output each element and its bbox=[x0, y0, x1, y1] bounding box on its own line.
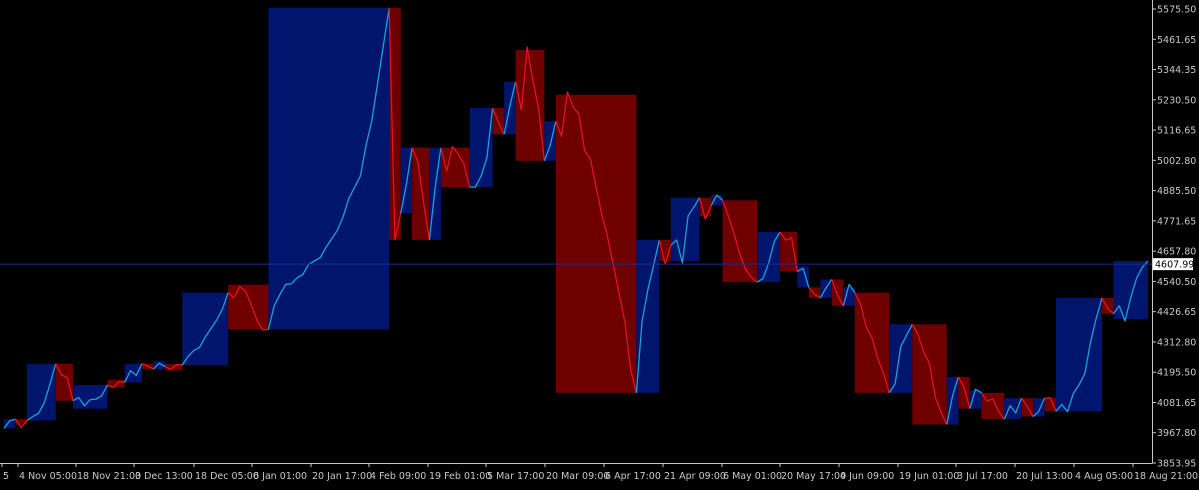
renko-box-up bbox=[889, 324, 913, 393]
y-tick-label: 5575.50 bbox=[1157, 5, 1196, 16]
x-tick-label: 4 Nov 05:00 bbox=[19, 471, 77, 482]
x-tick-label: 3 Jul 17:00 bbox=[957, 471, 1008, 482]
y-tick-label: 5344.35 bbox=[1157, 65, 1196, 76]
renko-box-up bbox=[72, 384, 108, 409]
y-tick-label: 4195.50 bbox=[1157, 368, 1196, 379]
renko-box-up bbox=[1113, 260, 1148, 319]
x-tick-label: 20 May 17:00 bbox=[781, 471, 846, 482]
y-tick-label: 5461.65 bbox=[1157, 35, 1196, 46]
x-tick-label: 21 Apr 09:00 bbox=[664, 471, 726, 482]
renko-box-down bbox=[699, 197, 712, 217]
y-tick-label: 5002.80 bbox=[1157, 156, 1196, 167]
renko-box-down bbox=[228, 284, 269, 330]
x-tick-label: 20 Mar 09:00 bbox=[546, 471, 609, 482]
y-tick-label: 4312.80 bbox=[1157, 337, 1196, 348]
y-tick-label: 5230.50 bbox=[1157, 95, 1196, 106]
renko-box-down bbox=[1044, 398, 1057, 412]
x-tick-label: 19 Feb 01:00 bbox=[429, 471, 491, 482]
x-tick-label: 5 bbox=[3, 471, 9, 482]
x-tick-label: 4 Jun 09:00 bbox=[840, 471, 894, 482]
renko-box-up bbox=[969, 390, 982, 409]
x-tick-label: 6 Jan 01:00 bbox=[253, 471, 307, 482]
x-tick-label: 19 Jun 01:00 bbox=[899, 471, 959, 482]
x-tick-label: 3 Dec 13:00 bbox=[135, 471, 193, 482]
x-tick-label: 5 Mar 17:00 bbox=[487, 471, 544, 482]
renko-box-up bbox=[636, 239, 660, 393]
x-tick-label: 4 Aug 05:00 bbox=[1075, 471, 1133, 482]
renko-box-up bbox=[26, 363, 56, 421]
renko-box-down bbox=[780, 231, 798, 272]
x-tick-label: 6 May 01:00 bbox=[723, 471, 782, 482]
renko-box-up bbox=[182, 292, 229, 366]
chart-svg: 5575.50 5461.65 5344.35 5230.50 5116.65 5002.… bbox=[0, 0, 1198, 482]
renko-box-up bbox=[670, 197, 700, 261]
chart: 5575.50 5461.65 5344.35 5230.50 5116.65 5002.… bbox=[0, 0, 1199, 486]
y-tick-label: 4771.65 bbox=[1157, 216, 1196, 227]
current-price-label: 4607.99 bbox=[1153, 258, 1194, 271]
y-tick-label: 4657.80 bbox=[1157, 247, 1196, 258]
y-tick-label: 4885.50 bbox=[1157, 186, 1196, 197]
x-tick-label: 20 Jan 17:00 bbox=[312, 471, 372, 482]
renko-box-up bbox=[711, 195, 723, 206]
x-axis: 5 4 Nov 05:00 18 Nov 21:003 Dec 13:00 18 De… bbox=[1, 463, 1198, 482]
current-price-value: 4607.99 bbox=[1155, 260, 1194, 271]
x-tick-label: 20 Jul 13:00 bbox=[1016, 471, 1073, 482]
renko-box-down bbox=[912, 324, 947, 425]
renko-box-down bbox=[854, 292, 890, 393]
y-tick-label: 3967.80 bbox=[1157, 428, 1196, 439]
x-tick-label: 18 Nov 21:00 bbox=[77, 471, 141, 482]
renko-box-up bbox=[757, 231, 781, 283]
y-tick-label: 4426.65 bbox=[1157, 307, 1196, 318]
renko-box-up bbox=[1056, 297, 1103, 412]
y-tick-label: 4540.50 bbox=[1157, 277, 1196, 288]
y-axis: 5575.50 5461.65 5344.35 5230.50 5116.65 5002.… bbox=[1152, 5, 1196, 470]
x-tick-label: 4 Feb 09:00 bbox=[370, 471, 426, 482]
y-tick-label: 3853.95 bbox=[1157, 459, 1196, 470]
y-tick-label: 4081.65 bbox=[1157, 398, 1196, 409]
x-tick-label: 18 Aug 21:00 bbox=[1134, 471, 1198, 482]
x-tick-label: 18 Dec 05:00 bbox=[195, 471, 259, 482]
x-tick-label: 6 Apr 17:00 bbox=[605, 471, 661, 482]
y-tick-label: 5116.65 bbox=[1157, 126, 1196, 137]
renko-box-up bbox=[268, 7, 390, 330]
renko-box-down bbox=[389, 7, 401, 240]
renko-box-down bbox=[555, 94, 637, 393]
